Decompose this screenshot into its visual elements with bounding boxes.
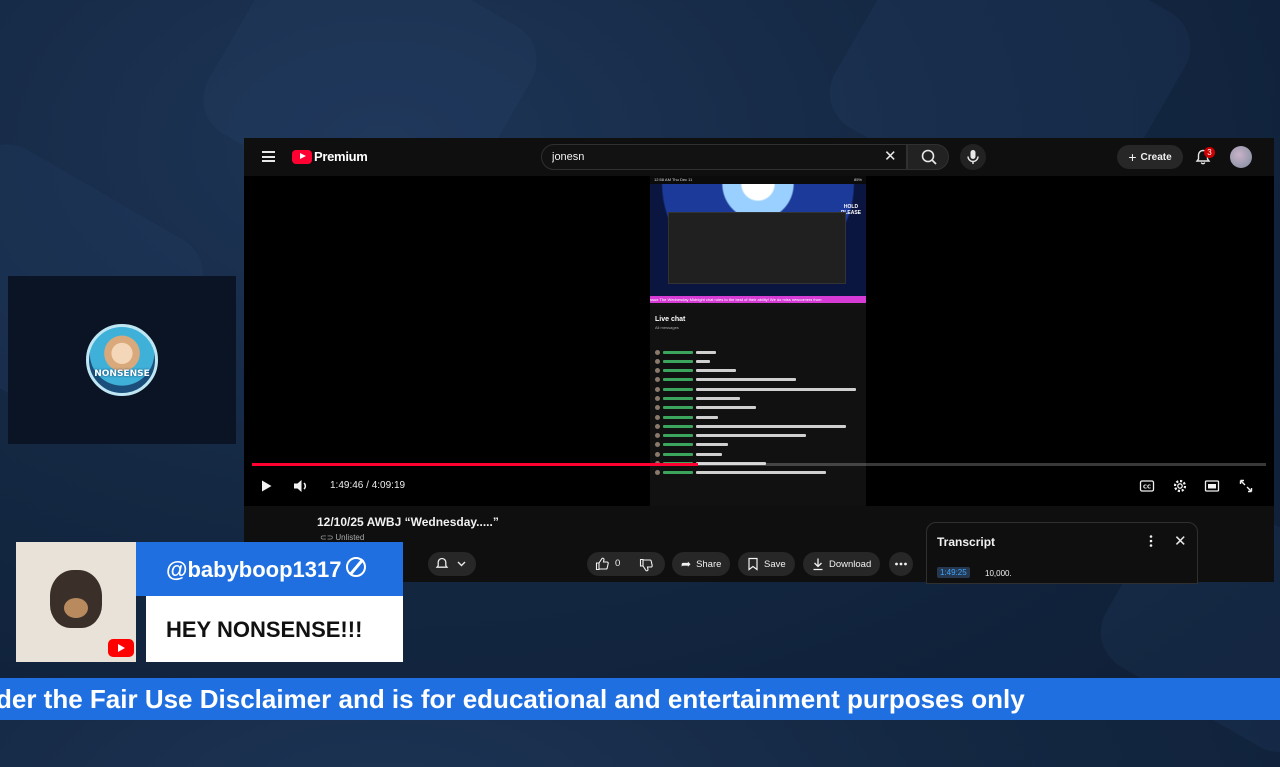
comment-username: @babyboop1317 <box>166 557 342 582</box>
chat-message <box>655 357 861 365</box>
like-count: 0 <box>615 558 621 569</box>
save-label: Save <box>764 558 786 570</box>
comment-message: HEY NONSENSE!!! <box>166 617 363 642</box>
save-button[interactable]: Save <box>738 552 795 576</box>
chat-message <box>655 441 861 449</box>
visibility-badge: ⊂⊃ Unlisted <box>320 533 364 542</box>
create-label: Create <box>1140 151 1172 163</box>
visibility-label: Unlisted <box>335 533 365 542</box>
search-button[interactable] <box>907 144 949 170</box>
clear-search-icon[interactable]: ✕ <box>884 148 897 166</box>
embedded-live-chat: Live chat All messages <box>650 306 866 506</box>
chat-message <box>655 404 861 412</box>
transcript-title: Transcript <box>937 535 996 549</box>
chat-message <box>655 394 861 402</box>
moderator-icon <box>346 557 366 577</box>
youtube-window: Premium ✕ + Create 3 <box>244 138 1274 584</box>
youtube-header: Premium ✕ + Create 3 <box>244 138 1274 176</box>
download-label: Download <box>829 558 872 570</box>
youtube-logo[interactable]: Premium <box>292 149 368 164</box>
transcript-panel: Transcript ✕ 1:49:25 10,000. <box>926 522 1198 584</box>
disclaimer-text: der the Fair Use Disclaimer and is for e… <box>0 684 1025 714</box>
time-total: 4:09:19 <box>371 480 406 491</box>
channel-logo-text: NONSENSE <box>94 369 150 379</box>
embedded-status-battery: 85% <box>853 177 862 182</box>
chat-message <box>655 469 861 477</box>
bell-icon <box>435 557 466 568</box>
commenter-avatar <box>16 542 136 662</box>
more-vertical-icon[interactable] <box>1145 533 1157 549</box>
embedded-chat-title: Live chat <box>655 316 686 323</box>
chat-message <box>655 376 861 384</box>
svg-text:CC: CC <box>1143 485 1151 491</box>
embedded-status-time: 12:58 AM Thu Dec 11 <box>654 177 693 182</box>
embedded-status-bar: 12:58 AM Thu Dec 11 85% <box>650 176 866 184</box>
featured-comment-overlay: @babyboop1317 HEY NONSENSE!!! <box>16 542 403 662</box>
plus-icon: + <box>1128 149 1137 165</box>
share-label: Share <box>696 558 722 570</box>
microphone-icon <box>967 150 979 164</box>
progress-bar[interactable] <box>252 463 1266 466</box>
embedded-video-frame: 12:58 AM Thu Dec 11 85% HOLD PLEASE ssue… <box>650 176 866 506</box>
create-button[interactable]: + Create <box>1117 145 1183 169</box>
chat-message <box>655 413 861 421</box>
volume-icon[interactable] <box>292 478 310 494</box>
embedded-stream-scene: HOLD PLEASE <box>650 184 866 300</box>
more-horizontal-icon <box>895 562 907 566</box>
play-icon[interactable] <box>258 478 274 494</box>
embedded-chat-messages <box>655 348 861 478</box>
download-button[interactable]: Download <box>803 552 881 576</box>
voice-search-button[interactable] <box>960 144 986 170</box>
search-input[interactable] <box>552 150 872 164</box>
youtube-play-icon <box>292 149 312 164</box>
share-button[interactable]: ➦ Share <box>672 552 731 576</box>
chat-message <box>655 422 861 430</box>
dog-muzzle <box>64 598 88 618</box>
embedded-chat-subtitle: All messages <box>655 325 679 330</box>
chat-message <box>655 348 861 356</box>
embedded-window <box>668 212 846 284</box>
search-icon <box>921 149 937 165</box>
share-icon: ➦ <box>681 557 692 571</box>
chat-message <box>655 385 861 393</box>
comment-header: @babyboop1317 <box>136 542 403 596</box>
comment-body: HEY NONSENSE!!! <box>146 596 403 662</box>
more-actions-button[interactable] <box>889 552 913 576</box>
fullscreen-icon[interactable] <box>1238 478 1254 494</box>
video-title: 12/10/25 AWBJ “Wednesday.....” <box>317 515 499 529</box>
settings-gear-icon[interactable] <box>1172 478 1188 494</box>
chat-message <box>655 367 861 375</box>
like-dislike-group: 0 <box>587 552 665 576</box>
youtube-brand-label: Premium <box>314 149 368 164</box>
embedded-ticker: ssue The Wednesday Midnight chat rules t… <box>650 296 866 303</box>
chat-message <box>655 450 861 458</box>
time-display: 1:49:46 / 4:09:19 <box>330 480 406 491</box>
video-player[interactable]: 12:58 AM Thu Dec 11 85% HOLD PLEASE ssue… <box>244 176 1274 506</box>
download-icon <box>813 558 823 571</box>
search-box: ✕ <box>541 144 907 170</box>
youtube-badge-icon <box>108 639 134 657</box>
link-icon: ⊂⊃ <box>320 533 334 542</box>
notification-count-badge: 3 <box>1204 147 1215 158</box>
menu-icon[interactable] <box>262 151 275 162</box>
disclaimer-ticker: der the Fair Use Disclaimer and is for e… <box>0 678 1280 720</box>
transcript-text: 10,000. <box>985 569 1012 578</box>
close-icon[interactable]: ✕ <box>1174 532 1187 550</box>
chat-message <box>655 432 861 440</box>
account-avatar[interactable] <box>1230 146 1252 168</box>
time-current: 1:49:46 <box>330 480 364 491</box>
progress-bar-fill <box>252 463 699 466</box>
miniplayer-icon[interactable] <box>1204 478 1220 494</box>
transcript-timestamp[interactable]: 1:49:25 <box>937 567 970 578</box>
captions-icon[interactable]: CC <box>1139 478 1155 494</box>
dislike-icon[interactable] <box>639 558 653 572</box>
like-icon[interactable] <box>595 557 609 571</box>
channel-logo: NONSENSE <box>86 324 158 396</box>
subscription-notifications-button[interactable] <box>428 552 476 576</box>
bookmark-icon <box>748 557 758 571</box>
